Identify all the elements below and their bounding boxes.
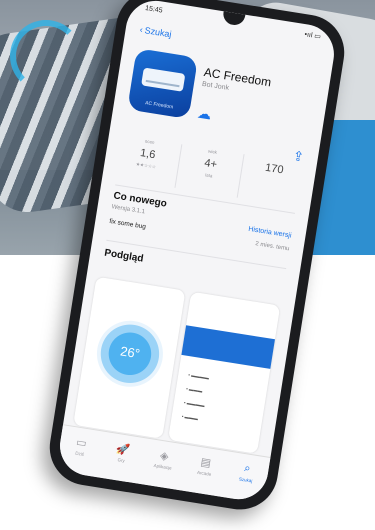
tab-search[interactable]: ⌕ Szukaj [222, 451, 271, 503]
screenshot-carousel[interactable]: 26° ▪ ▬▬▬▬ ▪ ▬▬▬ ▪ ▬▬▬▬ ▪ ▬▬▬ [73, 276, 294, 456]
app-icon: AC Freedom [127, 48, 199, 120]
status-time: 15:45 [144, 4, 164, 15]
app-icon-label: AC Freedom [144, 100, 174, 111]
menu-item: ▪ ▬▬▬▬ [183, 399, 206, 409]
preview-title: Podgląd [103, 247, 145, 265]
release-date: 2 mies. temu [254, 241, 290, 253]
menu-item: ▪ ▬▬▬ [181, 413, 199, 422]
tab-apps[interactable]: ◈ Aplikacje [139, 438, 188, 490]
temperature-dial: 26° [92, 316, 168, 392]
stat-chart: 170 [238, 154, 307, 207]
tab-arcade[interactable]: ▤ Arcade [180, 445, 229, 497]
release-notes: fix some bug [108, 217, 147, 231]
version-text: Wersja 3.1.1 [111, 204, 146, 216]
wifi-glow-decoration [10, 20, 82, 92]
menu-item: ▪ ▬▬▬ [185, 386, 203, 394]
tab-today[interactable]: ▭ Dziś [56, 425, 105, 477]
air-conditioner-icon [141, 67, 186, 92]
photo-scene: 15:45 •ııl ▭ ‹ Szukaj AC Freedom AC Free… [0, 0, 375, 530]
screenshot-menu[interactable]: ▪ ▬▬▬▬ ▪ ▬▬▬ ▪ ▬▬▬▬ ▪ ▬▬▬ [167, 291, 281, 454]
cloud-download-icon[interactable]: ☁ [196, 104, 212, 123]
back-button[interactable]: ‹ Szukaj [139, 24, 172, 39]
stat-ratings: ocen 1,6 ★★☆☆☆ [112, 134, 183, 188]
screenshot-thermostat[interactable]: 26° [73, 276, 186, 439]
menu-item: ▪ ▬▬▬▬ [187, 372, 210, 381]
version-history-link[interactable]: Historia wersji [248, 226, 292, 240]
tab-games[interactable]: 🚀 Gry [97, 432, 146, 484]
temperature-value: 26° [119, 343, 142, 362]
menu-header [181, 325, 275, 369]
status-icons: •ııl ▭ [303, 31, 322, 41]
chevron-left-icon: ‹ [139, 24, 144, 35]
stat-age: wiek 4+ lata [175, 144, 245, 198]
back-label: Szukaj [143, 25, 173, 40]
